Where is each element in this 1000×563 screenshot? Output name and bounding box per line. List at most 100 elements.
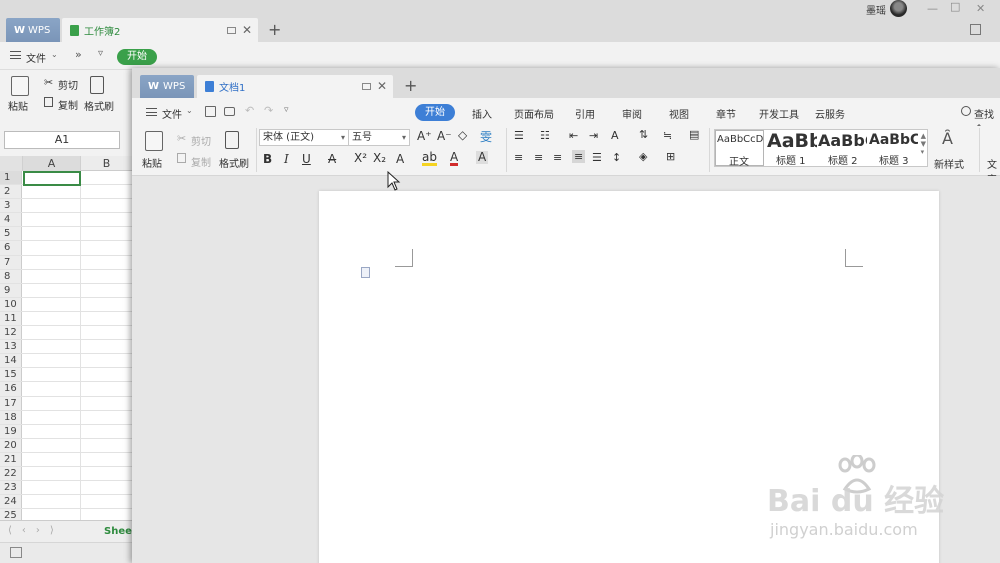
tab-start[interactable]: 开始: [415, 104, 455, 121]
justify-icon[interactable]: ≡: [572, 150, 586, 163]
row-header[interactable]: 2: [0, 185, 22, 199]
row-header[interactable]: 20: [0, 438, 22, 452]
copy-icon[interactable]: [44, 97, 53, 107]
row-header[interactable]: 12: [0, 326, 22, 340]
side-panel-icon[interactable]: [970, 24, 981, 35]
new-tab-button[interactable]: +: [268, 20, 281, 39]
search-icon[interactable]: [961, 106, 971, 116]
tab-chapter[interactable]: 章节: [716, 106, 736, 121]
menu-icon[interactable]: [146, 108, 157, 116]
more-menu[interactable]: »: [75, 48, 82, 61]
underline-icon[interactable]: U: [302, 152, 311, 166]
avatar[interactable]: [890, 0, 907, 17]
format-painter-icon[interactable]: [225, 131, 239, 149]
select-all-corner[interactable]: [0, 156, 23, 171]
row-header[interactable]: 13: [0, 340, 22, 354]
name-box[interactable]: A1: [4, 131, 120, 149]
distributed-align-icon[interactable]: ☰: [592, 151, 602, 164]
writer-wps-home-tab[interactable]: W WPS: [140, 75, 194, 98]
status-icon[interactable]: [10, 547, 22, 558]
line-spacing-icon[interactable]: ↕: [612, 151, 621, 164]
tab-page-layout[interactable]: 页面布局: [514, 106, 554, 121]
copy-button[interactable]: 复制: [191, 154, 211, 169]
row-header[interactable]: 9: [0, 283, 22, 297]
font-name-select[interactable]: 宋体 (正文) ▾: [259, 129, 349, 146]
row-header[interactable]: 1: [0, 171, 22, 185]
column-header-a[interactable]: A: [23, 156, 81, 171]
font-color-icon[interactable]: A: [450, 151, 459, 166]
font-size-select[interactable]: 五号 ▾: [348, 129, 410, 146]
style-heading-1[interactable]: AaBb 标题 1: [766, 130, 817, 167]
shading-icon[interactable]: ◈: [639, 150, 647, 163]
copy-button[interactable]: 复制: [58, 97, 78, 112]
style-normal[interactable]: AaBbCcDd 正文: [715, 130, 764, 168]
minimize-icon[interactable]: —: [927, 2, 938, 15]
row-header[interactable]: 8: [0, 269, 22, 283]
align-right-icon[interactable]: ≡: [553, 151, 562, 164]
spreadsheet-grid[interactable]: A B 1 2 3 4 5 6 7 8 9 10 11 12 13 14 15 16 17 18 19 20 21 22 2…: [0, 156, 133, 524]
redo-icon[interactable]: ↷: [264, 104, 273, 117]
style-gallery-scroll-icon[interactable]: ▲ ▼ ▾: [921, 132, 926, 156]
row-header[interactable]: 14: [0, 354, 22, 368]
row-header[interactable]: 22: [0, 466, 22, 481]
new-style-icon[interactable]: Ȃ: [942, 129, 953, 148]
superscript-icon[interactable]: X²: [354, 151, 367, 165]
copy-icon[interactable]: [177, 153, 186, 163]
writer-document-tab[interactable]: 文档1 ✕: [197, 75, 393, 98]
column-header-b[interactable]: B: [81, 156, 133, 171]
tab-restore-icon[interactable]: [227, 26, 236, 34]
sort-icon[interactable]: ⇅: [639, 128, 648, 141]
format-painter-button[interactable]: 格式刷: [219, 155, 249, 170]
tab-developer[interactable]: 开发工具: [759, 106, 799, 121]
row-header[interactable]: 6: [0, 241, 22, 255]
row-header[interactable]: 21: [0, 452, 22, 466]
close-icon[interactable]: ✕: [377, 79, 387, 93]
align-left-icon[interactable]: ≡: [514, 151, 523, 164]
numbered-list-icon[interactable]: ☷: [540, 129, 550, 142]
decrease-indent-icon[interactable]: ⇤: [569, 129, 578, 142]
spreadsheet-document-tab[interactable]: 工作簿2 ✕: [62, 18, 258, 42]
spreadsheet-wps-home-tab[interactable]: W WPS: [6, 18, 60, 42]
tab-insert[interactable]: 插入: [472, 106, 492, 121]
tab-start[interactable]: 开始: [117, 49, 157, 65]
show-hide-marks-icon[interactable]: ≒: [663, 129, 672, 142]
cut-icon[interactable]: ✂: [44, 76, 53, 89]
row-header[interactable]: 7: [0, 255, 22, 269]
paste-button[interactable]: 粘贴: [142, 155, 162, 170]
tab-review[interactable]: 审阅: [622, 106, 642, 121]
row-header[interactable]: 10: [0, 297, 22, 311]
row-header[interactable]: 17: [0, 396, 22, 410]
style-heading-3[interactable]: AaBbC 标题 3: [868, 130, 918, 167]
bold-icon[interactable]: B: [263, 152, 272, 166]
undo-icon[interactable]: ↶: [245, 104, 254, 117]
paste-button[interactable]: 粘贴: [8, 98, 28, 113]
row-header[interactable]: 23: [0, 481, 22, 495]
increase-indent-icon[interactable]: ⇥: [589, 129, 598, 142]
text-effect-icon[interactable]: A: [396, 152, 404, 166]
cut-button[interactable]: 剪切: [58, 77, 78, 92]
style-heading-2[interactable]: AaBbC 标题 2: [817, 130, 867, 167]
phonetic-guide-icon[interactable]: 雯: [480, 128, 492, 145]
format-painter-button[interactable]: 格式刷: [84, 98, 114, 113]
italic-icon[interactable]: I: [284, 152, 289, 166]
chinese-layout-icon[interactable]: A: [611, 129, 619, 142]
cut-button[interactable]: 剪切: [191, 133, 211, 148]
tab-references[interactable]: 引用: [575, 106, 595, 121]
window-close-icon[interactable]: ✕: [976, 2, 985, 15]
file-menu[interactable]: 文件: [162, 106, 182, 121]
grow-font-icon[interactable]: A⁺: [417, 129, 432, 143]
row-header[interactable]: 11: [0, 311, 22, 326]
tab-view[interactable]: 视图: [669, 106, 689, 121]
clear-format-icon[interactable]: ◇: [458, 128, 467, 142]
row-header[interactable]: 16: [0, 382, 22, 396]
borders-icon[interactable]: ⊞: [666, 150, 675, 163]
menu-icon[interactable]: [10, 51, 21, 59]
paragraph-layout-icon[interactable]: [361, 267, 370, 278]
tab-restore-icon[interactable]: [362, 83, 371, 90]
highlight-icon[interactable]: ab: [422, 151, 437, 166]
new-style-button[interactable]: 新样式: [934, 156, 964, 171]
row-header[interactable]: 3: [0, 199, 22, 213]
maximize-icon[interactable]: □: [950, 0, 960, 13]
new-tab-button[interactable]: +: [404, 76, 417, 95]
save-icon[interactable]: [205, 106, 216, 117]
